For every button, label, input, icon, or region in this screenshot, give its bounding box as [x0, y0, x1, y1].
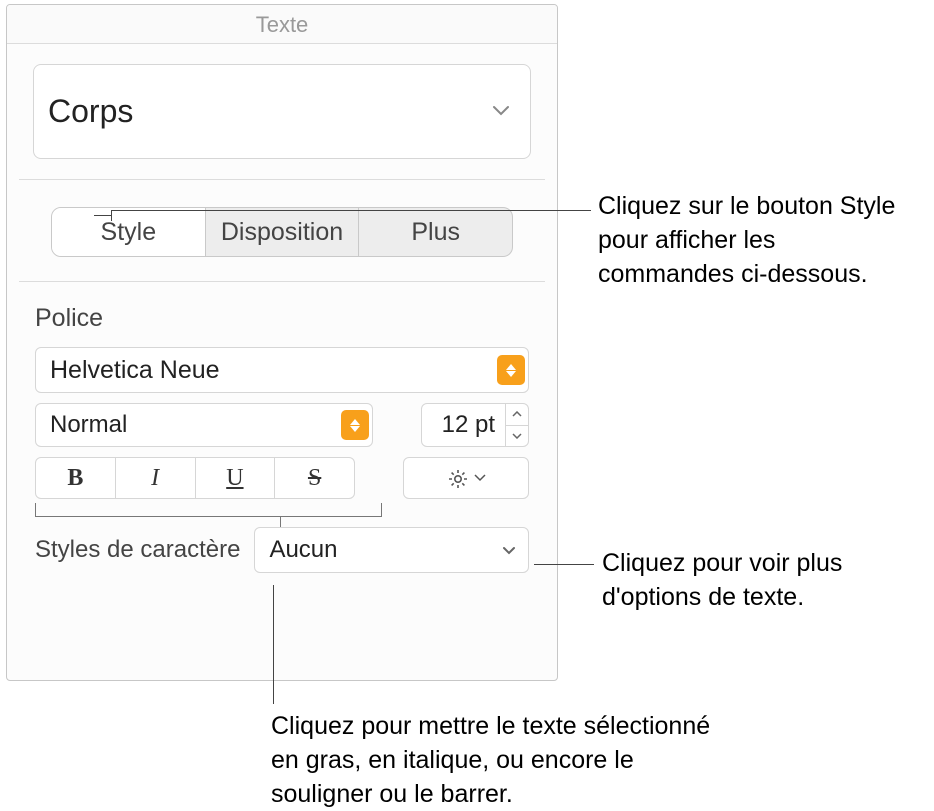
chevron-down-icon: [474, 471, 486, 485]
divider: [19, 179, 545, 180]
character-styles-select[interactable]: Aucun: [254, 527, 529, 573]
callout-leader: [94, 215, 111, 216]
font-section-label: Police: [35, 304, 529, 333]
bracket-annotation: [35, 503, 529, 519]
tab-plus[interactable]: Plus: [359, 208, 512, 256]
format-button-group: B I U S: [35, 457, 355, 499]
updown-arrows-icon: [341, 410, 369, 440]
font-size-field[interactable]: 12 pt: [422, 404, 506, 446]
callout-leader: [534, 564, 594, 565]
text-inspector-panel: Texte Corps Style Disposition Plus Polic…: [6, 4, 558, 681]
size-step-up[interactable]: [506, 404, 528, 426]
bold-button[interactable]: B: [36, 458, 116, 498]
strikethrough-button[interactable]: S: [275, 458, 354, 498]
paragraph-style-dropdown[interactable]: Corps: [33, 64, 531, 159]
font-size-control: 12 pt: [421, 403, 529, 447]
callout-text: Cliquez sur le bouton Style pour affiche…: [598, 190, 918, 291]
character-styles-value: Aucun: [269, 536, 337, 564]
character-styles-label: Styles de caractère: [35, 536, 240, 564]
callout-leader: [111, 210, 112, 221]
tab-segmented-control: Style Disposition Plus: [51, 207, 513, 257]
font-family-value: Helvetica Neue: [50, 356, 220, 385]
font-family-select[interactable]: Helvetica Neue: [35, 347, 529, 393]
chevron-down-icon: [492, 103, 510, 121]
underline-button[interactable]: U: [196, 458, 276, 498]
divider: [19, 281, 545, 282]
paragraph-style-value: Corps: [48, 93, 133, 130]
gear-icon: [446, 467, 468, 489]
font-size-stepper: [506, 404, 528, 446]
italic-button[interactable]: I: [116, 458, 196, 498]
callout-text: Cliquez pour mettre le texte sélectionné…: [271, 710, 711, 811]
font-style-select[interactable]: Normal: [35, 403, 373, 447]
tab-style[interactable]: Style: [52, 208, 206, 256]
panel-title: Texte: [7, 5, 557, 44]
callout-text: Cliquez pour voir plus d'options de text…: [602, 547, 922, 615]
tab-disposition[interactable]: Disposition: [206, 208, 360, 256]
font-style-value: Normal: [50, 411, 127, 439]
updown-arrows-icon: [497, 355, 525, 385]
chevron-down-icon: [502, 542, 516, 558]
callout-leader: [111, 210, 591, 211]
size-step-down[interactable]: [506, 426, 528, 447]
callout-leader: [273, 585, 274, 704]
advanced-options-button[interactable]: [403, 457, 529, 499]
